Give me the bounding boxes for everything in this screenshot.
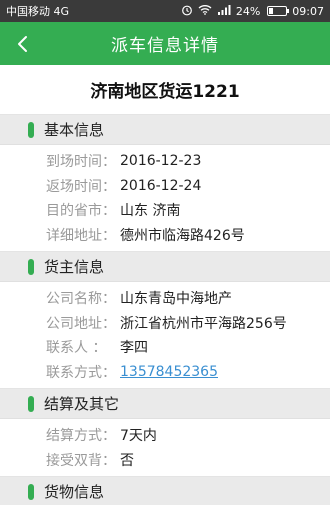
battery-percent: 24% xyxy=(235,4,261,18)
field-label: 结算方式： xyxy=(46,428,116,445)
field-label: 到场时间： xyxy=(46,154,116,171)
field-value: 7天内 xyxy=(120,428,157,445)
battery-icon xyxy=(267,6,290,16)
phone-link[interactable]: 13578452365 xyxy=(120,364,218,380)
section-header: 结算及其它 xyxy=(0,389,330,419)
section-marker xyxy=(28,484,34,500)
field-label: 返场时间： xyxy=(46,178,116,195)
section-header: 货物信息 xyxy=(0,477,330,505)
wifi-icon xyxy=(198,4,212,18)
app-bar: 派车信息详情 xyxy=(0,22,330,65)
alarm-icon xyxy=(181,4,193,19)
section-marker xyxy=(28,122,34,138)
field-label: 详细地址： xyxy=(46,227,116,244)
info-row-company-name: 公司名称： 山东青岛中海地产 xyxy=(0,286,330,311)
info-row-contact-phone: 联系方式： 13578452365 xyxy=(0,360,330,385)
detail-content[interactable]: 济南地区货运1221 基本信息 到场时间： 2016-12-23 返场时间： 2… xyxy=(0,65,330,505)
section-owner-info: 货主信息 公司名称： 山东青岛中海地产 公司地址： 浙江省杭州市平海路256号 … xyxy=(0,252,330,389)
back-button[interactable] xyxy=(10,22,36,65)
section-cargo-info: 货物信息 xyxy=(0,477,330,505)
field-label: 接受双背： xyxy=(46,452,116,469)
field-value: 山东 济南 xyxy=(120,203,181,220)
section-header: 货主信息 xyxy=(0,252,330,282)
section-title: 货物信息 xyxy=(44,483,105,501)
section-header: 基本信息 xyxy=(0,115,330,145)
battery-fill xyxy=(269,8,274,14)
carrier-label: 中国移动 4G xyxy=(6,5,70,18)
section-basic-info: 基本信息 到场时间： 2016-12-23 返场时间： 2016-12-24 目… xyxy=(0,115,330,252)
field-value: 德州市临海路426号 xyxy=(120,227,245,244)
field-label: 目的省市： xyxy=(46,203,116,220)
field-value: 山东青岛中海地产 xyxy=(120,291,232,308)
signal-icon xyxy=(217,4,231,18)
status-icons: 24% 09:07 xyxy=(181,4,324,19)
field-value: 2016-12-24 xyxy=(120,177,202,194)
info-row-company-address: 公司地址： 浙江省杭州市平海路256号 xyxy=(0,311,330,336)
field-value: 2016-12-23 xyxy=(120,153,202,170)
info-row-return-time: 返场时间： 2016-12-24 xyxy=(0,174,330,199)
section-title: 结算及其它 xyxy=(44,395,120,413)
status-bar: 中国移动 4G 24% 09:07 xyxy=(0,0,330,22)
section-title: 基本信息 xyxy=(44,121,105,139)
section-title: 货主信息 xyxy=(44,258,105,276)
field-label: 联系人 ： xyxy=(46,340,107,357)
section-marker xyxy=(28,396,34,412)
section-marker xyxy=(28,259,34,275)
info-row-contact-person: 联系人 ： 李四 xyxy=(0,335,330,360)
field-value: 李四 xyxy=(120,340,148,357)
chevron-left-icon xyxy=(18,35,27,52)
field-label: 公司名称： xyxy=(46,291,116,308)
section-settlement: 结算及其它 结算方式： 7天内 接受双背： 否 xyxy=(0,389,330,477)
info-row-destination: 目的省市： 山东 济南 xyxy=(0,198,330,223)
clock: 09:07 xyxy=(292,4,324,18)
info-row-arrival-time: 到场时间： 2016-12-23 xyxy=(0,149,330,174)
info-row-settlement-method: 结算方式： 7天内 xyxy=(0,423,330,448)
field-label: 公司地址： xyxy=(46,315,116,332)
info-row-address: 详细地址： 德州市临海路426号 xyxy=(0,223,330,248)
page-title: 派车信息详情 xyxy=(111,36,219,56)
field-label: 联系方式： xyxy=(46,364,116,381)
info-row-double-back: 接受双背： 否 xyxy=(0,448,330,473)
field-value: 浙江省杭州市平海路256号 xyxy=(120,315,287,332)
field-value: 否 xyxy=(120,452,134,469)
dispatch-name: 济南地区货运1221 xyxy=(0,65,330,115)
